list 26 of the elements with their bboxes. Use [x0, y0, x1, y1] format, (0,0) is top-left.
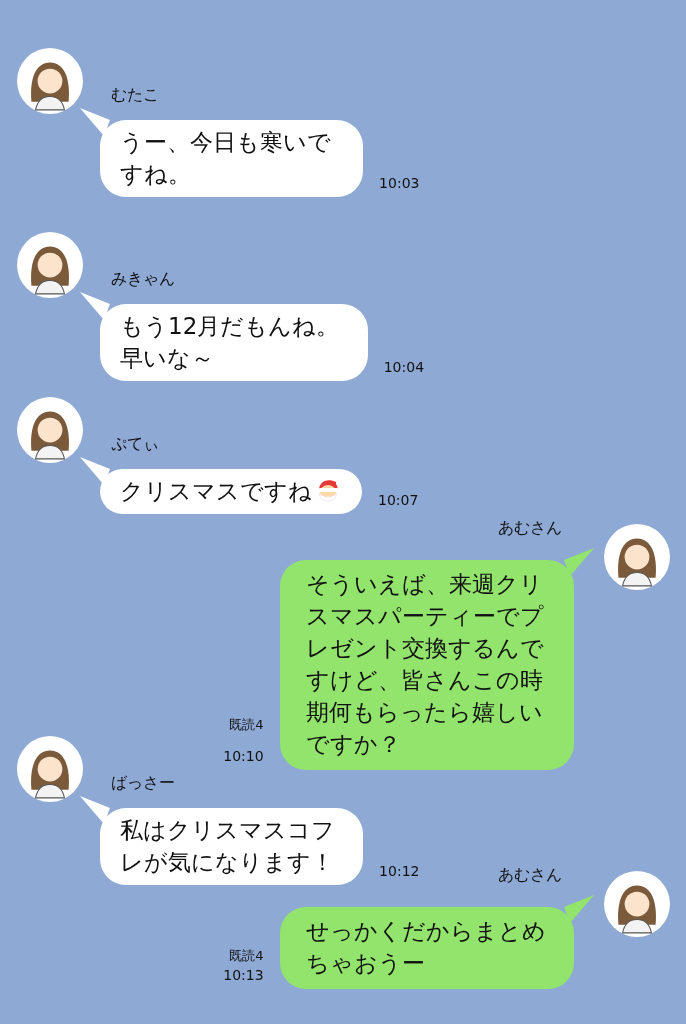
- avatar-icon[interactable]: [17, 736, 83, 802]
- message-time: 10:07: [378, 492, 419, 508]
- read-receipt: 既読4: [229, 716, 264, 734]
- avatar-icon[interactable]: [604, 871, 670, 937]
- message-text: 私はクリスマスコフレが気になります！: [120, 816, 336, 877]
- message-text: うー、今日も寒いですね。: [120, 128, 332, 189]
- message-time: 10:03: [379, 175, 420, 191]
- message-time: 10:12: [379, 863, 420, 879]
- message-text: クリスマスですね: [120, 477, 312, 506]
- sender-name: ぷてぃ: [111, 434, 159, 455]
- sender-name: あむさん: [498, 865, 562, 886]
- message-time: 10:04: [383, 359, 425, 375]
- avatar-icon[interactable]: [17, 48, 83, 114]
- sender-name: あむさん: [498, 518, 562, 539]
- message-text: そういえば、来週クリスマスパーティーでプレゼント交換するんですけど、皆さんこの時期何もらったら嬉しいですか？: [305, 570, 545, 759]
- avatar-icon[interactable]: [17, 232, 83, 298]
- read-receipt: 既読4: [229, 947, 264, 965]
- message-text: もう12月だもんね。早いな～: [120, 312, 341, 373]
- message-text: せっかくだからまとめちゃおうー: [305, 917, 547, 978]
- avatar-icon[interactable]: [17, 397, 83, 463]
- sender-name: ばっさー: [111, 773, 175, 794]
- message-time: 10:13: [223, 967, 264, 983]
- sender-name: むたこ: [111, 85, 159, 106]
- message-time: 10:10: [223, 748, 264, 764]
- sender-name: みきゃん: [111, 269, 175, 290]
- avatar-icon[interactable]: [604, 524, 670, 590]
